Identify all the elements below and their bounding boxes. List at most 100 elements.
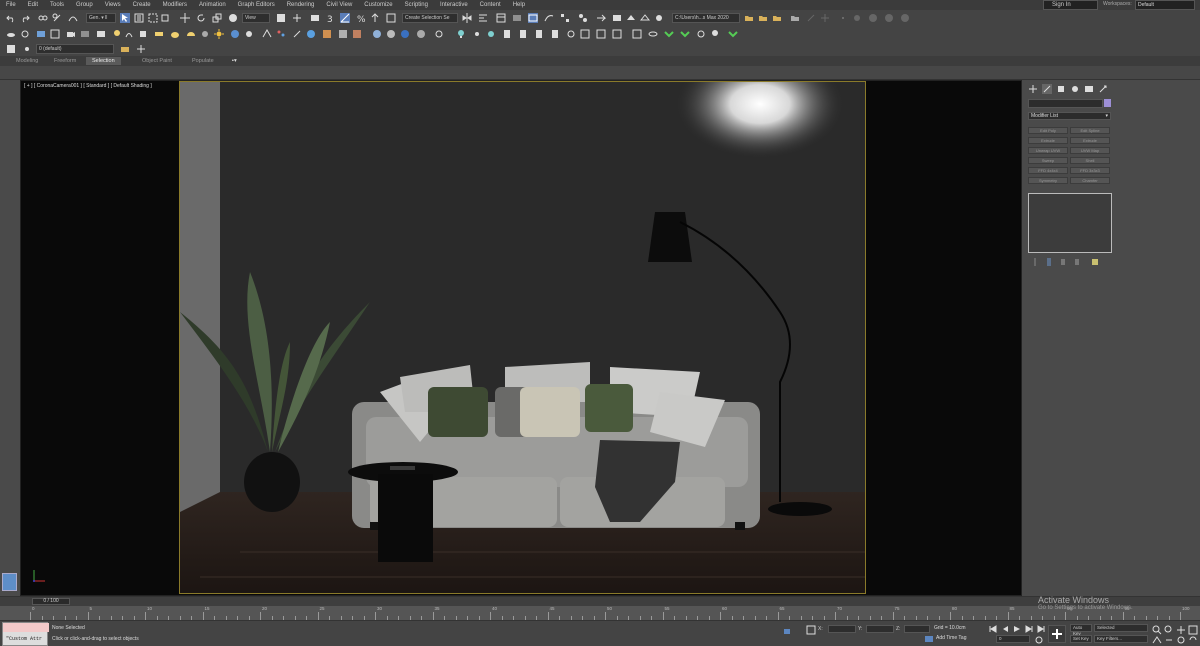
menu-views[interactable]: Views <box>99 2 127 8</box>
frame-icon[interactable] <box>580 29 590 39</box>
bind-space-warp-icon[interactable] <box>68 13 78 23</box>
proxy-icon[interactable] <box>262 29 272 39</box>
shader-icon[interactable] <box>352 29 362 39</box>
maxscript-input[interactable]: "Custom Attr <box>6 636 42 642</box>
fov-icon[interactable] <box>1152 635 1162 645</box>
time-slider-thumb[interactable]: 0 / 100 <box>32 598 70 605</box>
render-sphere-icon[interactable] <box>372 29 382 39</box>
frame-icon[interactable] <box>596 29 606 39</box>
add-time-tag-button[interactable]: Add Time Tag <box>936 635 966 641</box>
tab-populate[interactable]: Populate <box>186 57 220 65</box>
doc-icon[interactable] <box>502 29 512 39</box>
curve-editor-icon[interactable] <box>544 13 554 23</box>
align-icon[interactable] <box>478 13 488 23</box>
render-sphere-icon[interactable] <box>416 29 426 39</box>
render-options-icon[interactable] <box>434 29 444 39</box>
rect-selection-icon[interactable] <box>148 13 158 23</box>
mod-edit-poly-button[interactable]: Edit Poly <box>1028 127 1068 134</box>
named-selection-dropdown[interactable]: Create Selection Se <box>402 13 458 23</box>
doc-icon[interactable] <box>534 29 544 39</box>
rotate-icon[interactable] <box>196 13 206 23</box>
set-key-mode-button[interactable]: Set Key <box>1070 635 1092 643</box>
image-icon[interactable] <box>36 29 46 39</box>
selection-lock-icon[interactable] <box>782 625 792 635</box>
mod-extrude-button[interactable]: Extrude <box>1070 137 1110 144</box>
box-icon[interactable] <box>632 29 642 39</box>
next-frame-icon[interactable] <box>1024 624 1034 634</box>
mod-edit-spline-button[interactable]: Edit Spline <box>1070 127 1110 134</box>
ribbon-options-icon[interactable]: ▪▾ <box>226 57 243 65</box>
place-icon[interactable] <box>228 13 238 23</box>
motion-tab-icon[interactable] <box>1070 84 1080 94</box>
auto-key-button[interactable]: Auto Key <box>1070 624 1092 636</box>
sign-in-button[interactable]: Sign In <box>1043 0 1098 10</box>
menu-tools[interactable]: Tools <box>44 2 70 8</box>
create-project-icon[interactable] <box>772 13 782 23</box>
menu-animation[interactable]: Animation <box>193 2 232 8</box>
goto-end-icon[interactable] <box>1036 624 1046 634</box>
grid-icon[interactable] <box>50 29 60 39</box>
z-coordinate-field[interactable] <box>904 625 930 633</box>
select-manipulate-icon[interactable] <box>292 13 302 23</box>
layer-manager-icon[interactable] <box>6 44 16 54</box>
maxscript-listener[interactable]: "Custom Attr <box>2 622 49 646</box>
pan-icon[interactable] <box>1176 625 1186 635</box>
camera-viewport[interactable]: [ + ] [ CoronaCamera001 ] [ Standard ] [… <box>20 80 1022 596</box>
make-unique-icon[interactable] <box>1058 257 1068 267</box>
volume-icon[interactable] <box>306 29 316 39</box>
undo-icon[interactable] <box>6 13 16 23</box>
material-icon[interactable] <box>338 29 348 39</box>
modifier-list-dropdown[interactable]: Modifier List ▾ <box>1028 112 1111 120</box>
tab-freeform[interactable]: Freeform <box>48 57 82 65</box>
menu-customize[interactable]: Customize <box>358 2 398 8</box>
time-configuration-icon[interactable] <box>1034 635 1044 645</box>
schematic-view-icon[interactable] <box>560 13 570 23</box>
doc-icon[interactable] <box>550 29 560 39</box>
utilities-tab-icon[interactable] <box>1098 84 1108 94</box>
cloud-icon[interactable] <box>6 29 16 39</box>
chevron-green-icon[interactable] <box>664 29 674 39</box>
texture-icon[interactable] <box>322 29 332 39</box>
time-tag-icon[interactable] <box>924 634 934 644</box>
rendered-frame-window-icon[interactable] <box>612 13 622 23</box>
bulb-icon[interactable] <box>456 29 466 39</box>
render-sphere-icon[interactable] <box>386 29 396 39</box>
sphere-light-icon[interactable] <box>170 29 180 39</box>
menu-rendering[interactable]: Rendering <box>281 2 321 8</box>
toggle-layer-explorer-icon[interactable] <box>512 13 522 23</box>
display-tab-icon[interactable] <box>1084 84 1094 94</box>
plane-icon[interactable] <box>154 29 164 39</box>
snaps-toggle-icon[interactable]: 3 <box>326 13 336 23</box>
dome-light-icon[interactable] <box>186 29 196 39</box>
mod-unwrap-button[interactable]: Unwrap UVW <box>1028 147 1068 154</box>
render-in-cloud-icon[interactable] <box>654 13 664 23</box>
mod-ffd4-button[interactable]: FFD 4x4x4 <box>1028 167 1068 174</box>
zoom-icon[interactable] <box>1152 625 1162 635</box>
select-by-name-icon[interactable] <box>134 13 144 23</box>
menu-create[interactable]: Create <box>127 2 157 8</box>
redo-icon[interactable] <box>20 13 30 23</box>
menu-interactive[interactable]: Interactive <box>434 2 474 8</box>
sun-settings-icon[interactable] <box>244 29 254 39</box>
create-tab-icon[interactable] <box>1028 84 1038 94</box>
viewport-label[interactable]: [ + ] [ CoronaCamera001 ] [ Standard ] [… <box>24 83 152 89</box>
hierarchy-tab-icon[interactable] <box>1056 84 1066 94</box>
pin-stack-icon[interactable] <box>1030 257 1040 267</box>
list-icon[interactable] <box>80 29 90 39</box>
workspace-dropdown[interactable]: Default <box>1135 0 1195 10</box>
mod-shell-button[interactable]: Shell <box>1070 157 1110 164</box>
mesh-light-icon[interactable] <box>200 29 210 39</box>
keyboard-shortcut-icon[interactable] <box>310 13 320 23</box>
add-to-layer-icon[interactable] <box>136 44 146 54</box>
toggle-ribbon-icon[interactable] <box>528 13 538 23</box>
heart-icon[interactable] <box>696 29 706 39</box>
mod-uvw-map-button[interactable]: UVW Map <box>1070 147 1110 154</box>
orbit-icon[interactable] <box>20 29 30 39</box>
project-folder-dropdown[interactable]: C:\Users\h...s Max 2020 <box>672 13 740 23</box>
fur-icon[interactable] <box>124 29 134 39</box>
render-active-shade-icon[interactable] <box>640 13 650 23</box>
percent-snap-icon[interactable]: % <box>356 13 366 23</box>
render-production-icon[interactable] <box>626 13 636 23</box>
object-color-swatch[interactable] <box>1104 99 1111 107</box>
max-viewport-icon[interactable] <box>1188 625 1198 635</box>
